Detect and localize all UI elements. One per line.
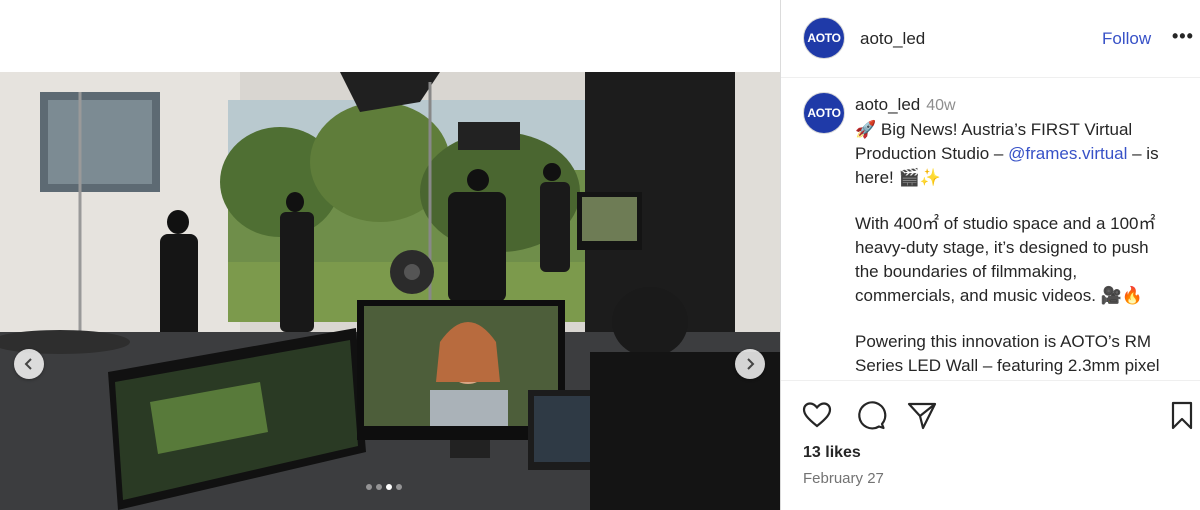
- caption-area: AOTO aoto_led 40w 🚀 Big News! Austria’s F…: [781, 79, 1200, 379]
- caption-avatar[interactable]: AOTO: [803, 92, 845, 134]
- caption: aoto_led 40w 🚀 Big News! Austria’s FIRST …: [855, 93, 1185, 378]
- send-icon[interactable]: [906, 399, 938, 431]
- caption-text: Production Studio –: [855, 144, 1009, 163]
- username-link[interactable]: aoto_led: [860, 29, 925, 49]
- caption-line: commercials, and music videos. 🎥🔥: [855, 286, 1143, 305]
- carousel-next-button[interactable]: [735, 349, 765, 379]
- caption-line: heavy-duty stage, it’s designed to push: [855, 238, 1149, 257]
- post-time[interactable]: 40w: [926, 97, 955, 114]
- caption-line: here! 🎬✨: [855, 168, 941, 187]
- post-side-panel: AOTO aoto_led Follow ••• AOTO aoto_led 40…: [780, 0, 1200, 510]
- caption-text: – is: [1127, 144, 1159, 163]
- heart-icon[interactable]: [801, 399, 833, 431]
- avatar[interactable]: AOTO: [803, 17, 845, 59]
- chevron-right-icon: [747, 358, 755, 370]
- caption-line: Powering this innovation is AOTO’s RM: [855, 332, 1152, 351]
- caption-line: With 400㎡ of studio space and a 100㎡: [855, 214, 1156, 233]
- caption-line: 🚀 Big News! Austria’s FIRST Virtual: [855, 120, 1133, 139]
- carousel-dot-active: [386, 484, 392, 490]
- more-options-icon[interactable]: •••: [1172, 26, 1194, 47]
- post-date[interactable]: February 27: [803, 470, 884, 487]
- comment-icon[interactable]: [855, 399, 887, 431]
- caption-username[interactable]: aoto_led: [855, 95, 920, 114]
- mention-link[interactable]: @frames.virtual: [1008, 144, 1127, 163]
- chevron-left-icon: [24, 358, 32, 370]
- carousel-prev-button[interactable]: [14, 349, 44, 379]
- post-actions: 13 likes February 27: [781, 380, 1200, 510]
- post-photo[interactable]: [0, 72, 780, 510]
- caption-line: Production Studio – @frames.virtual – is: [855, 142, 1185, 166]
- caption-line: the boundaries of filmmaking,: [855, 262, 1078, 281]
- caption-header: aoto_led 40w: [855, 93, 1185, 118]
- bookmark-icon[interactable]: [1166, 399, 1198, 431]
- post-header: AOTO aoto_led Follow •••: [781, 0, 1200, 78]
- likes-count[interactable]: 13 likes: [803, 444, 861, 462]
- carousel-dot: [396, 484, 402, 490]
- carousel-dot: [366, 484, 372, 490]
- caption-line: Series LED Wall – featuring 2.3mm pixel: [855, 356, 1160, 375]
- follow-button[interactable]: Follow: [1102, 29, 1151, 49]
- media-pane: [0, 0, 780, 510]
- carousel-dot: [376, 484, 382, 490]
- carousel-dots: [366, 484, 402, 490]
